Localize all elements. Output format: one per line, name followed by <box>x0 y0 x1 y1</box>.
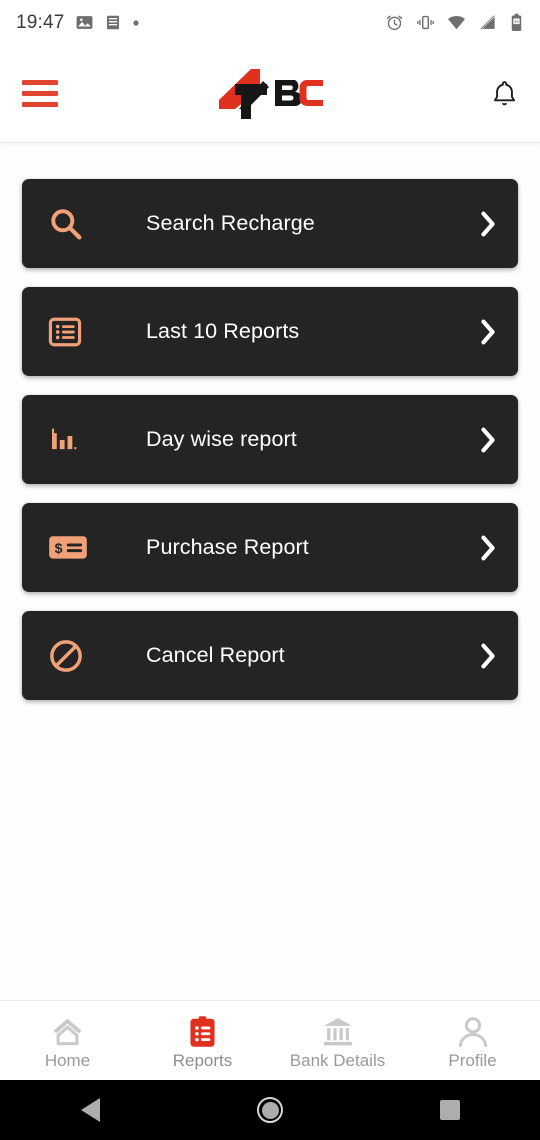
signal-icon <box>479 14 496 31</box>
vibrate-icon <box>417 15 434 30</box>
status-bar-left: 19:47 <box>16 12 140 34</box>
chevron-right-icon <box>480 427 496 453</box>
menu-card-label: Last 10 Reports <box>146 319 300 343</box>
bottom-nav-item-profile[interactable]: Profile <box>405 1001 540 1080</box>
bottom-nav-item-home[interactable]: Home <box>0 1001 135 1080</box>
chevron-right-icon <box>480 211 496 237</box>
bell-icon[interactable] <box>491 79 518 109</box>
bar-chart-icon <box>48 420 94 460</box>
user-icon <box>458 1016 487 1047</box>
ban-circle-icon <box>48 636 94 676</box>
status-bar-right: 46 <box>385 13 524 32</box>
hamburger-line <box>22 102 58 107</box>
alarm-icon <box>386 15 403 30</box>
list-report-icon <box>48 312 94 352</box>
android-navigation-bar <box>0 1080 540 1140</box>
menu-card-cancel-report[interactable]: Cancel Report <box>22 611 518 700</box>
menu-card-list: Search Recharge Last 10 Reports Day wise… <box>0 143 540 1000</box>
bottom-nav-item-bank-details[interactable]: Bank Details <box>270 1001 405 1080</box>
bank-icon <box>323 1017 352 1045</box>
invoice-dollar-icon: $ <box>48 528 94 568</box>
bottom-nav-item-reports[interactable]: Reports <box>135 1001 270 1080</box>
menu-card-last-10-reports[interactable]: Last 10 Reports <box>22 287 518 376</box>
image-icon <box>76 16 92 29</box>
svg-text:46: 46 <box>514 19 519 24</box>
svg-text:$: $ <box>55 540 63 556</box>
logo-47bc-icon <box>219 68 323 119</box>
menu-card-purchase-report[interactable]: $ Purchase Report <box>22 503 518 592</box>
app-header <box>0 45 540 143</box>
clipboard-list-icon <box>190 1015 215 1047</box>
hamburger-line <box>22 80 58 85</box>
search-icon <box>48 204 94 244</box>
app-logo <box>211 67 329 121</box>
bottom-navigation-bar: Home Reports Bank Details Profile <box>0 1000 540 1080</box>
home-circle-icon <box>257 1097 283 1123</box>
menu-card-label: Purchase Report <box>146 535 309 559</box>
hamburger-menu-icon[interactable] <box>22 79 58 109</box>
status-bar: 19:47 46 <box>0 0 540 45</box>
recents-square-icon <box>440 1100 460 1120</box>
android-recents-button[interactable] <box>360 1080 540 1140</box>
home-icon <box>53 1018 82 1045</box>
chevron-right-icon <box>480 643 496 669</box>
battery-icon: 46 <box>511 13 522 31</box>
chevron-right-icon <box>480 535 496 561</box>
bottom-nav-label: Home <box>44 1050 91 1070</box>
menu-card-search-recharge[interactable]: Search Recharge <box>22 179 518 268</box>
hamburger-line <box>22 91 58 96</box>
back-triangle-icon <box>80 1098 100 1122</box>
bottom-nav-label: Profile <box>448 1050 497 1070</box>
android-home-button[interactable] <box>180 1080 360 1140</box>
bottom-nav-label: Reports <box>172 1050 233 1070</box>
dot-icon <box>132 19 139 26</box>
menu-card-day-wise-report[interactable]: Day wise report <box>22 395 518 484</box>
document-icon <box>106 15 119 30</box>
menu-card-label: Search Recharge <box>146 211 315 235</box>
wifi-icon <box>447 16 466 30</box>
chevron-right-icon <box>480 319 496 345</box>
status-bar-clock: 19:47 <box>16 11 65 33</box>
menu-card-label: Day wise report <box>146 427 297 451</box>
bottom-nav-label: Bank Details <box>289 1050 386 1070</box>
android-back-button[interactable] <box>0 1080 180 1140</box>
menu-card-label: Cancel Report <box>146 643 285 667</box>
